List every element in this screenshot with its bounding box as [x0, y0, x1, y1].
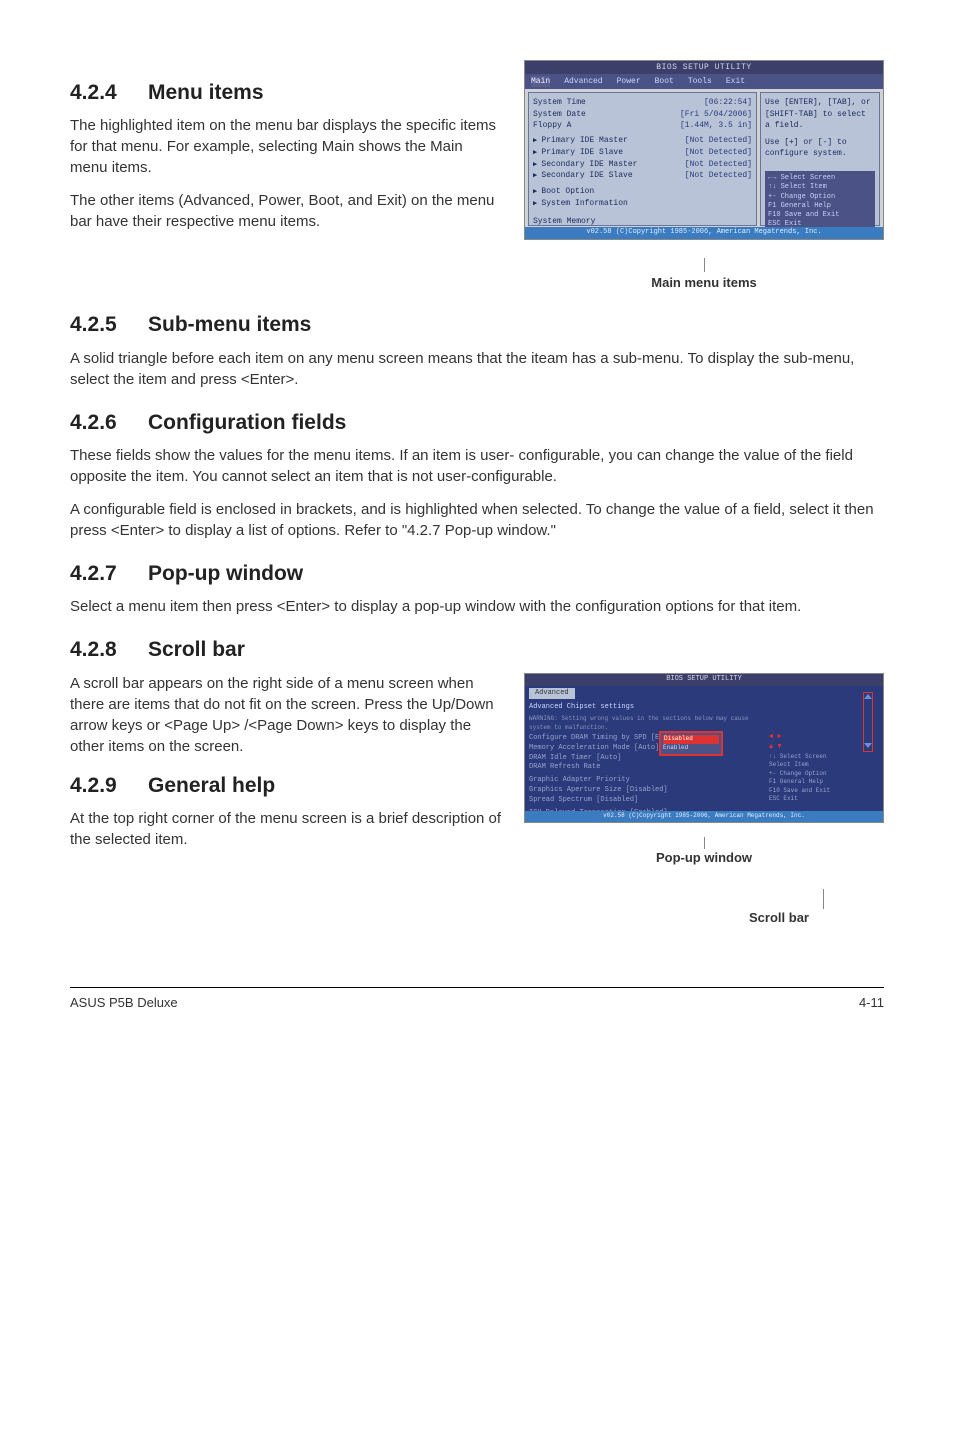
triangle-up-icon	[864, 694, 872, 699]
heading-424: 4.2.4Menu items	[70, 78, 504, 107]
para-428-1: A scroll bar appears on the right side o…	[70, 673, 504, 757]
para-424-1: The highlighted item on the menu bar dis…	[70, 115, 504, 178]
bios-main-screenshot: BIOS SETUP UTILITY Main Advanced Power B…	[524, 60, 884, 240]
para-426-1: These fields show the values for the men…	[70, 445, 884, 487]
heading-428: 4.2.8Scroll bar	[70, 635, 884, 664]
para-425-1: A solid triangle before each item on any…	[70, 348, 884, 390]
triangle-down-icon	[864, 743, 872, 748]
popup-box: Disabled Enabled	[659, 731, 723, 756]
bios-popup-screenshot: BIOS SETUP UTILITY Advanced Advanced Chi…	[524, 673, 884, 823]
bios-help-panel: Use [ENTER], [TAB], or [SHIFT-TAB] to se…	[760, 92, 880, 226]
heading-425: 4.2.5Sub-menu items	[70, 310, 884, 339]
heading-426: 4.2.6Configuration fields	[70, 408, 884, 437]
caption-main-menu-items: Main menu items	[524, 258, 884, 292]
heading-429: 4.2.9General help	[70, 771, 504, 800]
caption-scroll-bar: Scroll bar	[674, 889, 884, 927]
caption-popup-window: Pop-up window	[524, 837, 884, 867]
para-426-2: A configurable field is enclosed in brac…	[70, 499, 884, 541]
footer-right: 4-11	[859, 994, 884, 1012]
para-429-1: At the top right corner of the menu scre…	[70, 808, 504, 850]
footer-left: ASUS P5B Deluxe	[70, 994, 178, 1012]
para-424-2: The other items (Advanced, Power, Boot, …	[70, 190, 504, 232]
bios-main-panel: System Time[06:22:54] System Date[Fri 5/…	[528, 92, 757, 226]
scrollbar-indicator	[863, 692, 873, 752]
page-footer: ASUS P5B Deluxe 4-11	[70, 988, 884, 1012]
heading-427: 4.2.7Pop-up window	[70, 559, 884, 588]
bios2-main-panel: Advanced Chipset settings WARNING: Setti…	[529, 703, 765, 811]
bios-menubar: Main Advanced Power Boot Tools Exit	[525, 74, 883, 89]
para-427-1: Select a menu item then press <Enter> to…	[70, 596, 884, 617]
